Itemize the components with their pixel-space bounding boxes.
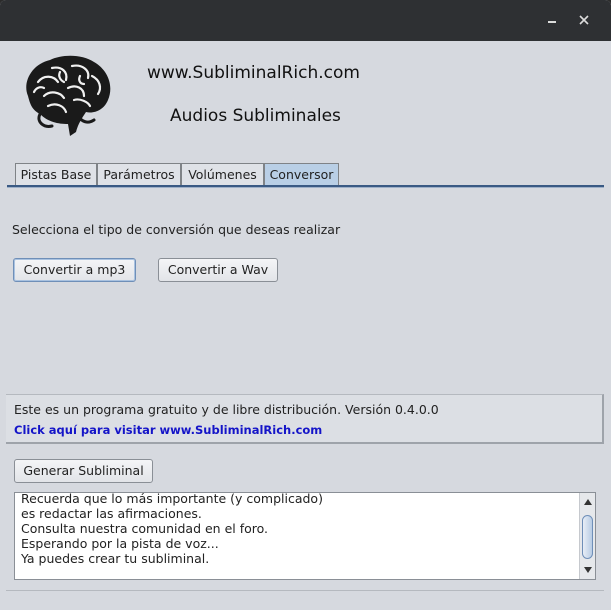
app-title: Audios Subliminales	[170, 106, 341, 126]
generate-subliminal-button[interactable]: Generar Subliminal	[14, 459, 153, 483]
scroll-up-icon[interactable]	[584, 499, 592, 505]
scroll-down-icon[interactable]	[584, 567, 592, 573]
scrollbar-thumb[interactable]	[582, 515, 593, 559]
convert-wav-button[interactable]: Convertir a Wav	[158, 258, 278, 282]
tab-volumenes[interactable]: Volúmenes	[181, 163, 264, 185]
log-lines: Recuerda que lo más importante (y compli…	[21, 492, 323, 566]
title-bar	[0, 0, 611, 41]
log-line: Consulta nuestra comunidad en el foro.	[21, 521, 269, 536]
app-window: www.SubliminalRich.com Audios Subliminal…	[0, 0, 611, 610]
tab-conversor[interactable]: Conversor	[264, 163, 339, 185]
website-link[interactable]: Click aquí para visitar www.SubliminalRi…	[14, 423, 322, 437]
log-textarea[interactable]: Recuerda que lo más importante (y compli…	[14, 492, 596, 580]
log-line: es redactar las afirmaciones.	[21, 506, 202, 521]
info-text: Este es un programa gratuito y de libre …	[14, 402, 439, 417]
close-icon[interactable]	[576, 12, 592, 28]
log-line: Ya puedes crear tu subliminal.	[21, 551, 210, 566]
conversion-prompt: Selecciona el tipo de conversión que des…	[12, 222, 341, 237]
log-line: Esperando por la pista de voz...	[21, 536, 219, 551]
convert-mp3-button[interactable]: Convertir a mp3	[13, 258, 136, 282]
tab-parametros[interactable]: Parámetros	[97, 163, 181, 185]
log-line: Recuerda que lo más importante (y compli…	[21, 492, 323, 506]
vertical-scrollbar[interactable]	[579, 493, 595, 579]
site-url-heading: www.SubliminalRich.com	[147, 63, 360, 83]
info-panel: Este es un programa gratuito y de libre …	[6, 394, 604, 444]
tab-pistas-base[interactable]: Pistas Base	[15, 163, 97, 185]
status-bar	[6, 590, 604, 604]
minimize-icon[interactable]	[544, 12, 560, 28]
brain-icon	[26, 55, 111, 136]
tab-underline	[7, 185, 604, 188]
